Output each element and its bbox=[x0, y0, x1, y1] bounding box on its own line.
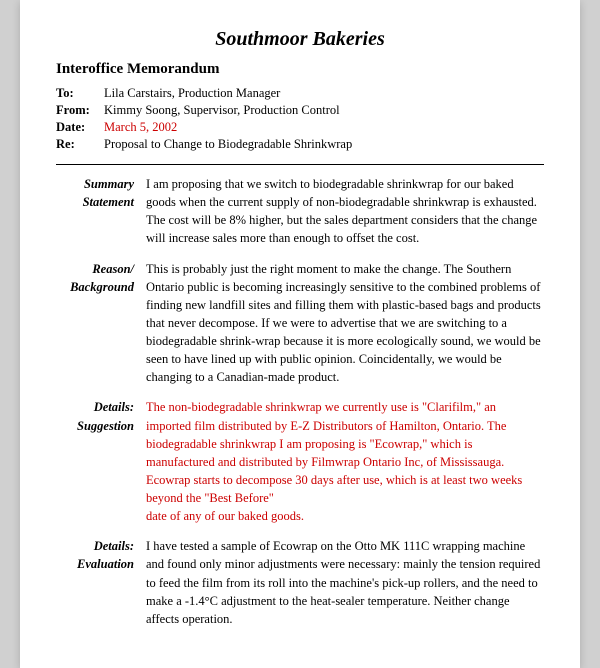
sections-container: Summary StatementI am proposing that we … bbox=[56, 175, 544, 628]
section-3: Details: EvaluationI have tested a sampl… bbox=[56, 537, 544, 628]
divider bbox=[56, 164, 544, 165]
section-label-3: Details: Evaluation bbox=[56, 537, 146, 628]
section-1: Reason/ BackgroundThis is probably just … bbox=[56, 260, 544, 387]
from-label: From: bbox=[56, 103, 104, 118]
document-page: Southmoor Bakeries Interoffice Memorandu… bbox=[20, 0, 580, 668]
section-label-2: Details: Suggestion bbox=[56, 398, 146, 525]
section-body-1: This is probably just the right moment t… bbox=[146, 260, 544, 387]
re-value: Proposal to Change to Biodegradable Shri… bbox=[104, 137, 352, 152]
section-label-0: Summary Statement bbox=[56, 175, 146, 248]
from-value: Kimmy Soong, Supervisor, Production Cont… bbox=[104, 103, 340, 118]
section-body-3: I have tested a sample of Ecowrap on the… bbox=[146, 537, 544, 628]
memo-heading: Interoffice Memorandum bbox=[56, 61, 544, 78]
date-value: March 5, 2002 bbox=[104, 120, 177, 135]
section-body-2: The non-biodegradable shrinkwrap we curr… bbox=[146, 398, 544, 525]
from-row: From: Kimmy Soong, Supervisor, Productio… bbox=[56, 103, 544, 118]
section-0: Summary StatementI am proposing that we … bbox=[56, 175, 544, 248]
to-label: To: bbox=[56, 86, 104, 101]
to-row: To: Lila Carstairs, Production Manager bbox=[56, 86, 544, 101]
memo-fields: To: Lila Carstairs, Production Manager F… bbox=[56, 86, 544, 152]
section-2: Details: SuggestionThe non-biodegradable… bbox=[56, 398, 544, 525]
date-row: Date: March 5, 2002 bbox=[56, 120, 544, 135]
section-body-0: I am proposing that we switch to biodegr… bbox=[146, 175, 544, 248]
company-title: Southmoor Bakeries bbox=[56, 28, 544, 51]
to-value: Lila Carstairs, Production Manager bbox=[104, 86, 280, 101]
re-label: Re: bbox=[56, 137, 104, 152]
re-row: Re: Proposal to Change to Biodegradable … bbox=[56, 137, 544, 152]
date-label: Date: bbox=[56, 120, 104, 135]
section-label-1: Reason/ Background bbox=[56, 260, 146, 387]
